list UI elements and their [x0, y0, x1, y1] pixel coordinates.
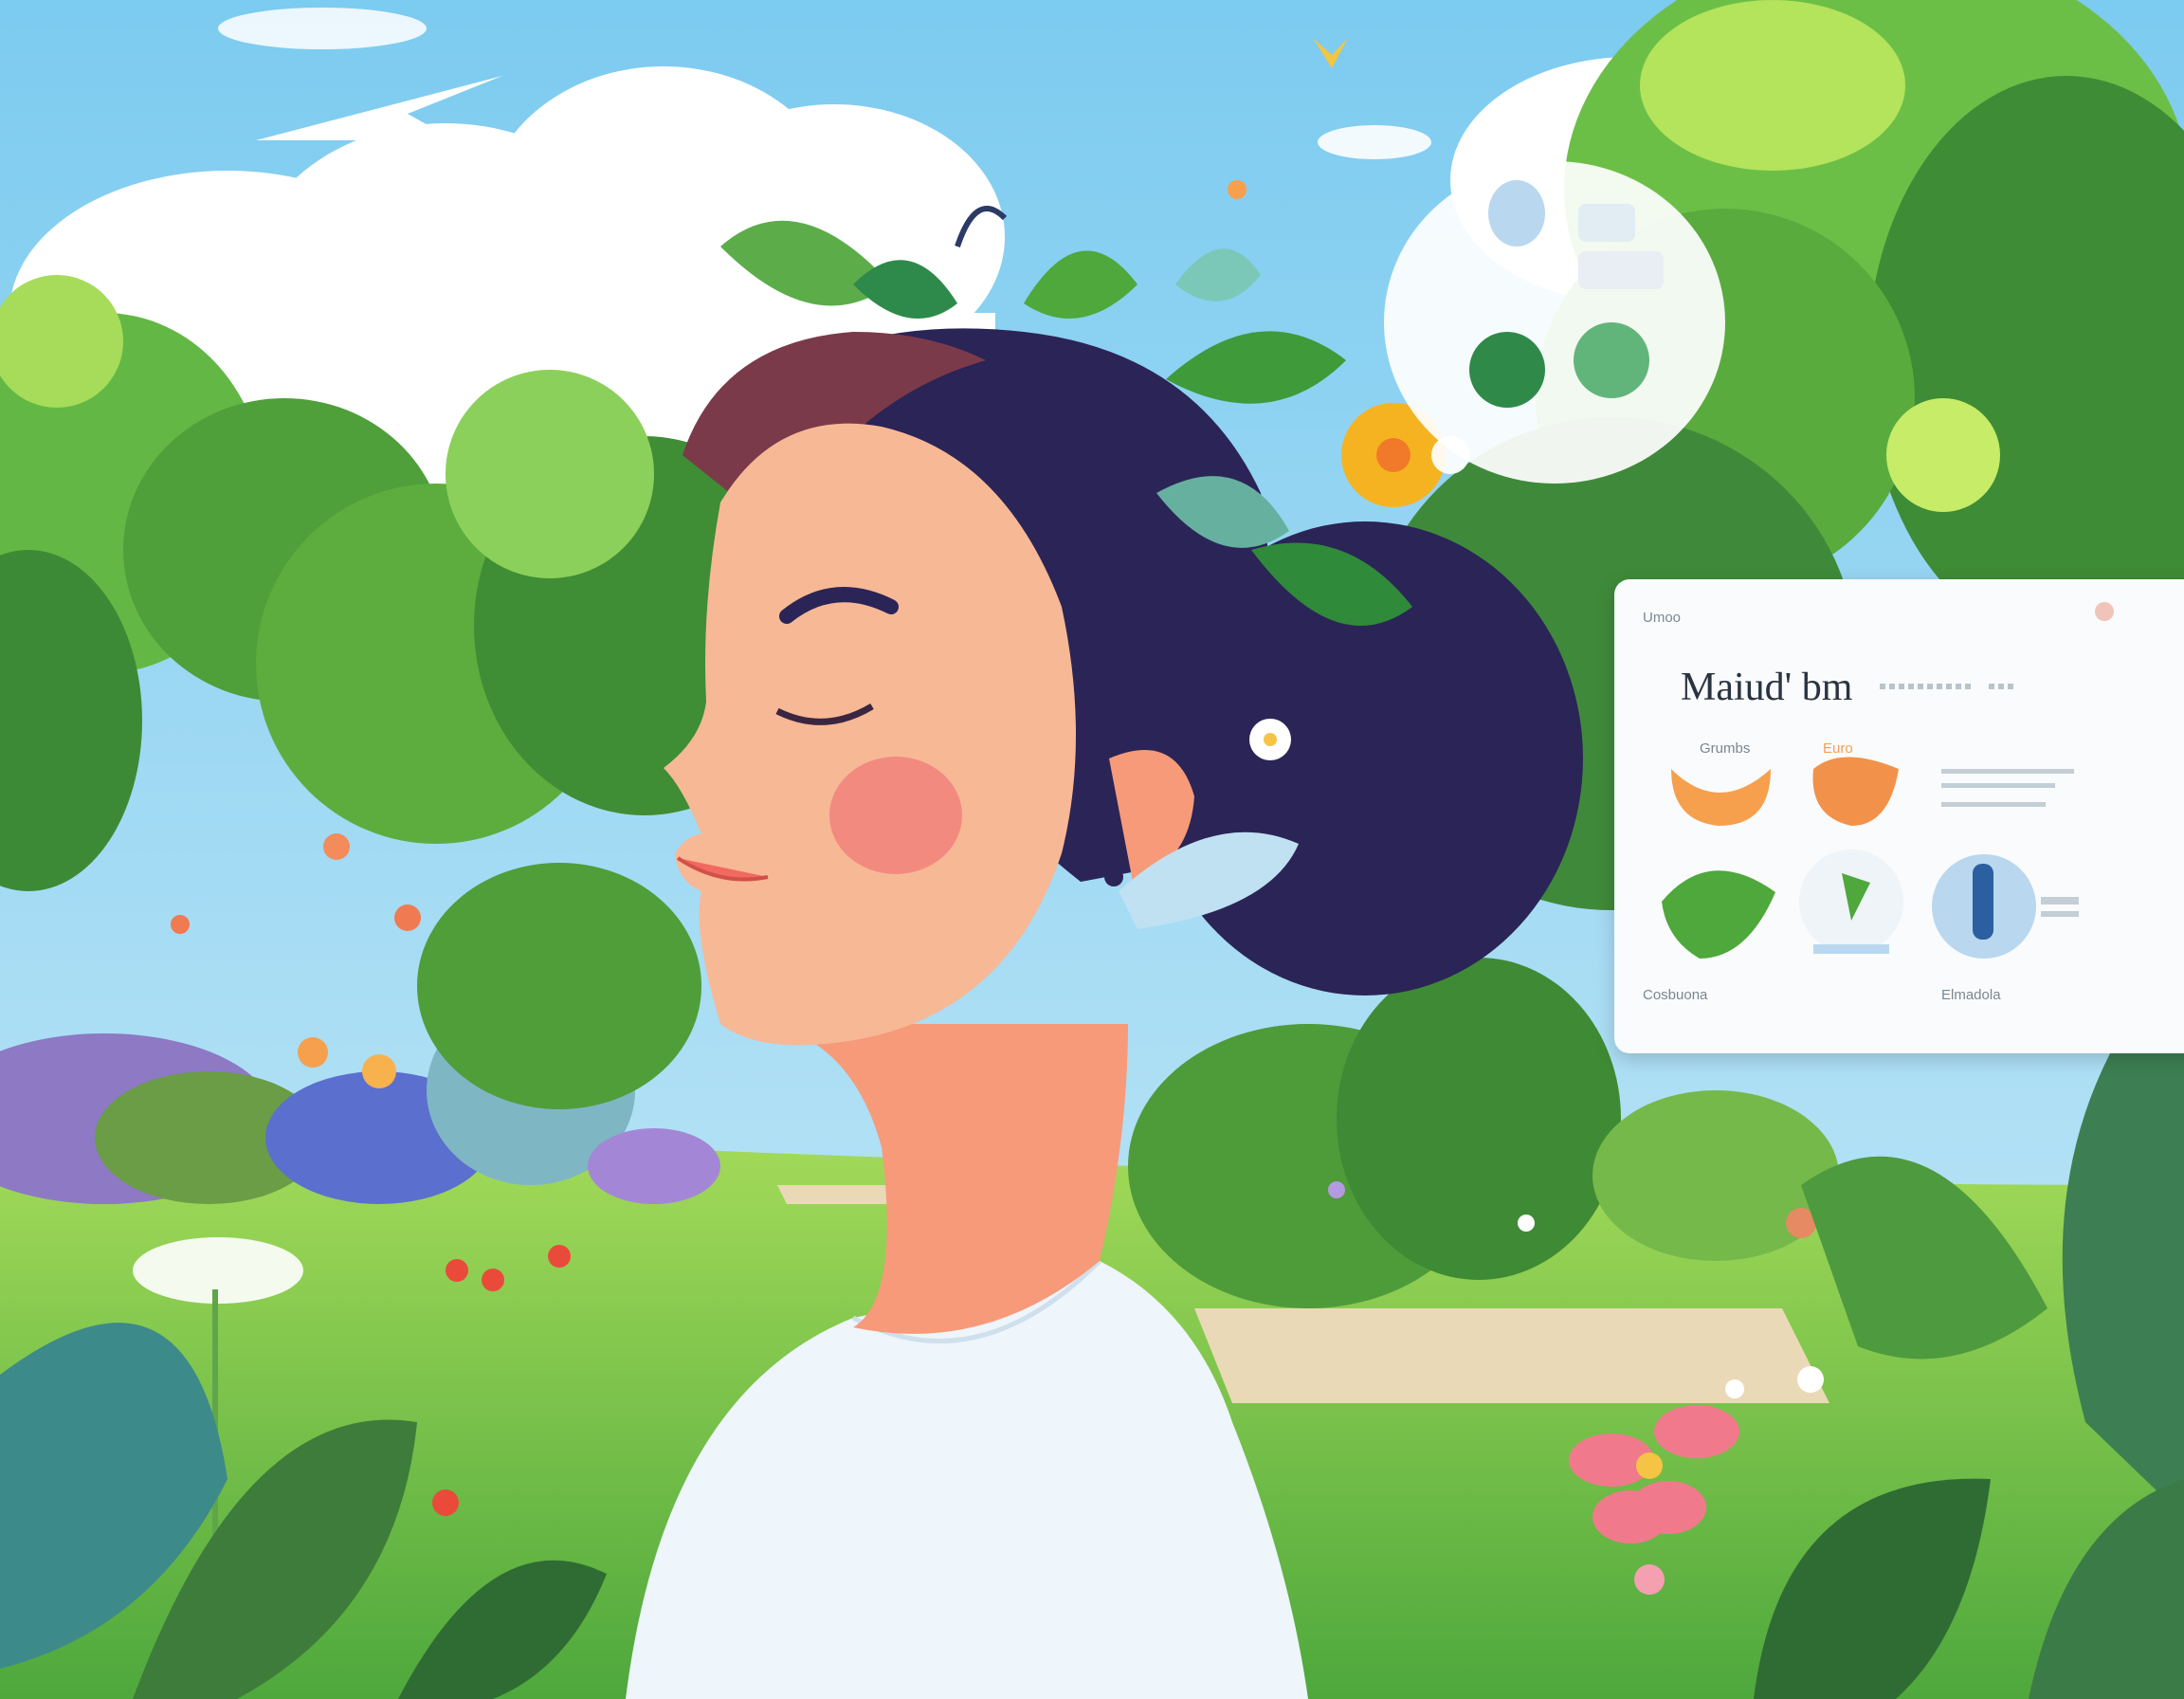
garden-illustration: Umoo Maiud' bm Grumbs Euro Cosbuona Elma… [0, 0, 2184, 1699]
panel-graphics [1662, 757, 2079, 959]
bud [1228, 180, 1247, 199]
orange-icon [1812, 757, 1899, 826]
leaf-icon [1662, 870, 1775, 959]
small-white-flower [1249, 719, 1291, 760]
fruit-icon [1671, 769, 1771, 826]
thought-bubble [1384, 161, 1725, 484]
blush [829, 757, 962, 874]
app-card: Umoo Maiud' bm Grumbs Euro Cosbuona Elma… [1614, 579, 2184, 1053]
footer-label-left: Cosbuona [1643, 987, 1708, 1003]
footer-label-right: Elmadola [1941, 987, 2001, 1003]
